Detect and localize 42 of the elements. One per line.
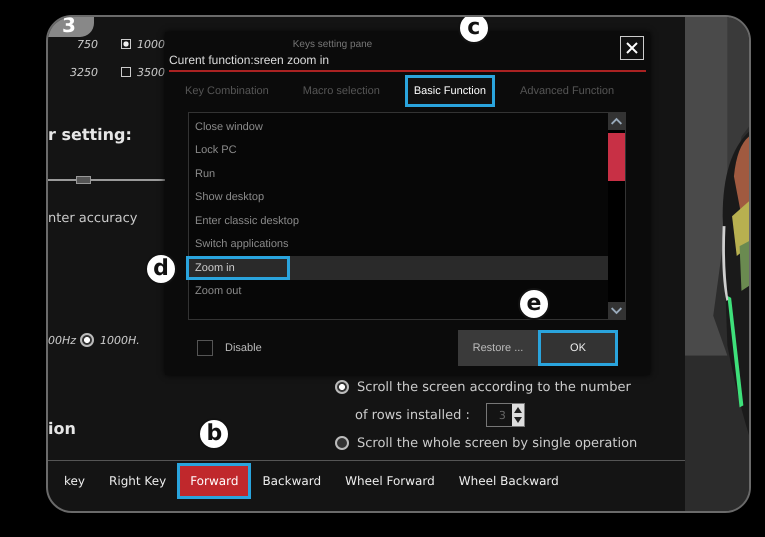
radio-button[interactable] [335,436,349,450]
list-item[interactable]: Close window [189,118,269,136]
dpi-value: 3250 [70,66,98,78]
close-button[interactable] [620,36,644,60]
number-spinner[interactable]: 3 [486,403,525,427]
callout-marker: d [145,252,177,285]
scroll-up-icon[interactable] [608,113,625,130]
list-item[interactable]: Switch applications [189,235,295,254]
dpi-value: 1000 [137,38,165,50]
option-label: Scroll the whole screen by single operation [357,436,638,450]
step-badge: 3 [48,17,94,37]
tab[interactable]: Basic Function [408,78,492,104]
callout-marker: c [458,17,490,44]
list-item[interactable]: Enter classic desktop [189,212,305,230]
section-heading: ion [48,419,77,438]
list-item[interactable]: Run [189,164,222,183]
close-icon [625,41,639,55]
list-item[interactable]: Zoom out [189,282,248,300]
list-item[interactable]: Zoom in [189,258,287,277]
list-item[interactable]: Lock PC [189,141,243,160]
slider-thumb[interactable] [76,176,92,184]
dpi-value: 750 [77,38,98,50]
polling-rate: 1000H. [100,334,140,346]
dialog-button[interactable]: OK [538,330,618,366]
option-label: of rows installed : [355,408,470,422]
scrollbar-thumb[interactable] [608,133,625,181]
accuracy-label: nter accuracy [48,211,138,226]
scroll-down-icon[interactable] [608,302,625,319]
callout-marker: b [198,418,230,450]
dialog-title: Keys setting pane [292,39,372,50]
radio-button[interactable] [335,380,349,394]
list-item[interactable]: Show desktop [189,188,270,206]
option-label: Scroll the screen according to the number [357,380,631,394]
scrollbar[interactable] [608,113,625,319]
section-heading: r setting: [48,125,133,144]
checkbox[interactable] [197,340,213,356]
radio-button[interactable] [80,333,94,347]
checkbox-label: Disable [225,342,262,354]
current-function: Curent function:sreen zoom in [169,53,330,67]
dpi-value: 3500 [137,66,165,78]
dialog-button[interactable]: Restore ... [458,330,538,366]
polling-rate: 00Hz [48,334,76,346]
